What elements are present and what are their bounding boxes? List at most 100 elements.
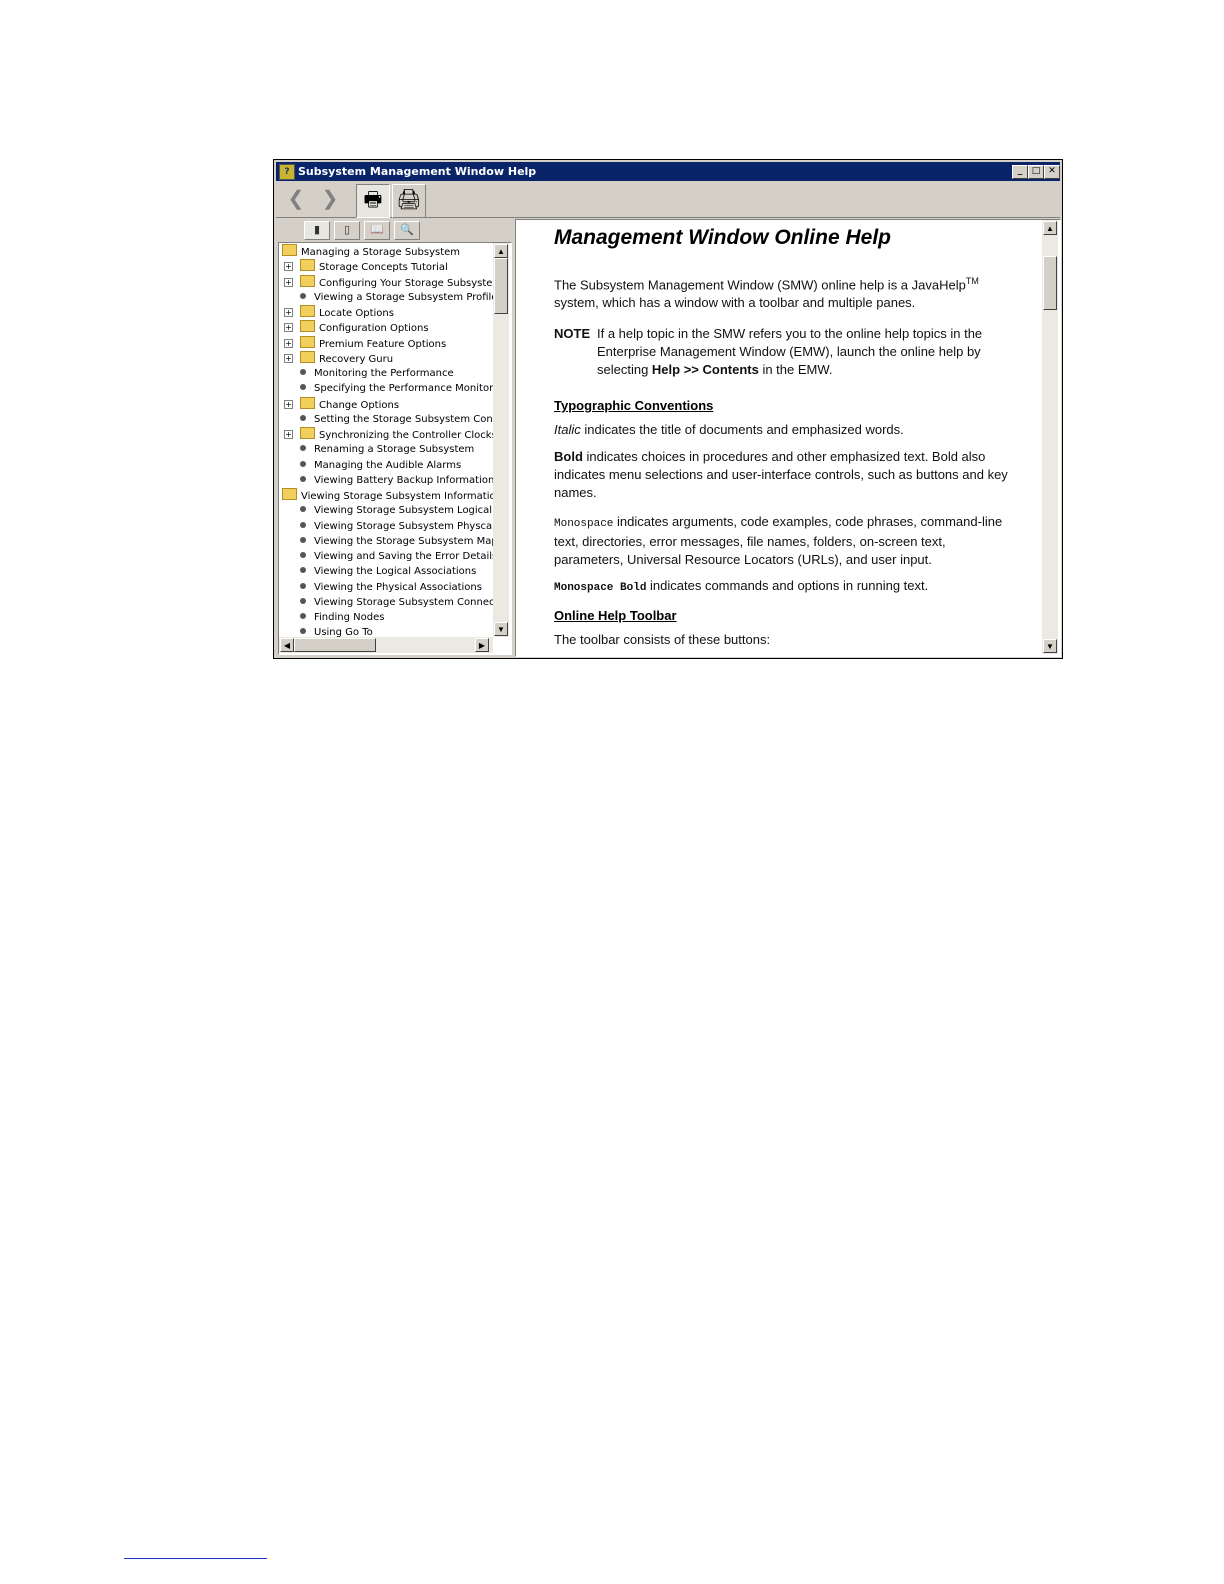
tree-item-label: Monitoring the Performance bbox=[314, 368, 454, 379]
tree-item[interactable]: + Configuration Options bbox=[284, 320, 429, 335]
tree-expander-icon[interactable]: + bbox=[284, 277, 293, 287]
italic-word: Italic bbox=[554, 422, 581, 437]
tree-scroll-down-button[interactable]: ▼ bbox=[494, 622, 508, 636]
topic-bullet-icon bbox=[300, 414, 306, 421]
tree-expander-icon[interactable]: + bbox=[284, 262, 293, 272]
tree-item-label: Managing a Storage Subsystem bbox=[301, 247, 461, 258]
tree-expander-icon[interactable]: + bbox=[284, 399, 293, 409]
window-title: Subsystem Management Window Help bbox=[298, 165, 537, 178]
tree-item[interactable]: Viewing Storage Subsystem Information bbox=[282, 488, 502, 503]
tab-glossary-icon[interactable]: 📖 bbox=[364, 221, 390, 240]
tree-item-label: Locate Options bbox=[319, 308, 394, 319]
tree-item[interactable]: Monitoring the Performance bbox=[284, 366, 454, 381]
note-text-2: in the EMW. bbox=[758, 362, 833, 377]
tree-expander-icon[interactable]: + bbox=[284, 338, 293, 348]
minimize-button[interactable]: _ bbox=[1012, 165, 1028, 179]
tab-index-icon[interactable]: ▯ bbox=[334, 221, 360, 240]
tree-item-label: Viewing the Physical Associations bbox=[314, 581, 482, 593]
contents-tree[interactable]: Managing a Storage Subsystem + Storage Con… bbox=[278, 242, 512, 655]
typographic-conventions-heading: Typographic Conventions bbox=[554, 398, 714, 413]
tree-scroll-right-button[interactable]: ▶ bbox=[475, 638, 489, 652]
help-app-icon: ? bbox=[279, 164, 295, 180]
tree-item[interactable]: Viewing Storage Subsystem Physcal C bbox=[284, 519, 505, 534]
folder-icon bbox=[300, 259, 315, 272]
tree-item[interactable]: + Locate Options bbox=[284, 305, 394, 320]
tree-item[interactable]: Finding Nodes bbox=[284, 610, 384, 625]
tree-item[interactable]: + Synchronizing the Controller Clocks bbox=[284, 427, 497, 442]
tree-item[interactable]: Specifying the Performance Monitor S bbox=[284, 381, 503, 396]
topic-bullet-icon bbox=[300, 613, 306, 619]
tree-item-label: Synchronizing the Controller Clocks bbox=[319, 430, 497, 441]
tree-item[interactable]: + Storage Concepts Tutorial bbox=[284, 259, 448, 274]
tree-horizontal-scrollbar[interactable]: ◀ ▶ bbox=[279, 637, 493, 653]
topic-bullet-icon bbox=[300, 582, 306, 589]
tree-expander-icon[interactable]: + bbox=[284, 430, 293, 439]
content-scroll-up-button[interactable]: ▲ bbox=[1043, 221, 1057, 235]
tree-item[interactable]: Viewing Storage Subsystem Logical Co bbox=[284, 503, 508, 518]
navigation-tabs: ▮ ▯ 📖 🔍 bbox=[278, 219, 512, 241]
tab-search-icon[interactable]: 🔍 bbox=[394, 221, 420, 240]
tree-item[interactable]: + Change Options bbox=[284, 396, 399, 412]
monospace-word: Monospace bbox=[554, 518, 614, 530]
italic-desc: indicates the title of documents and emp… bbox=[580, 422, 904, 437]
monospace-desc: indicates arguments, code examples, code… bbox=[554, 514, 1003, 567]
tree-vertical-scrollbar[interactable]: ▲ ▼ bbox=[493, 243, 509, 637]
tree-item-label: Viewing Storage Subsystem Connectio bbox=[314, 596, 508, 608]
topic-bullet-icon bbox=[300, 521, 306, 528]
tree-item[interactable]: Viewing Storage Subsystem Connectio bbox=[284, 595, 507, 610]
help-content-pane: Management Window Online Help The Subsys… bbox=[515, 219, 1061, 657]
monospace-bold-desc: indicates commands and options in runnin… bbox=[646, 578, 929, 593]
help-toolbar: ❮ ❯ 🖶 🖨 bbox=[276, 183, 1060, 218]
back-button[interactable]: ❮ bbox=[280, 184, 312, 216]
tree-expander-icon[interactable]: + bbox=[284, 323, 293, 333]
italic-convention: Italic indicates the title of documents … bbox=[554, 421, 1014, 439]
note-text: If a help topic in the SMW refers you to… bbox=[597, 325, 989, 379]
tree-item[interactable]: Viewing Battery Backup Information bbox=[284, 473, 494, 488]
bold-word: Bold bbox=[554, 449, 583, 464]
content-scroll-thumb[interactable] bbox=[1043, 256, 1057, 310]
tree-item-label: Renaming a Storage Subsystem bbox=[314, 444, 475, 456]
tree-scroll-thumb[interactable] bbox=[494, 258, 508, 314]
maximize-button[interactable]: □ bbox=[1028, 165, 1044, 179]
tree-item[interactable]: Viewing the Logical Associations bbox=[284, 564, 476, 579]
intro-text-1: The Subsystem Management Window (SMW) on… bbox=[554, 277, 966, 293]
bold-convention: Bold indicates choices in procedures and… bbox=[554, 448, 1014, 502]
tree-item-label: Viewing and Saving the Error Details bbox=[314, 551, 498, 562]
tree-item[interactable]: Viewing a Storage Subsystem Profile bbox=[284, 290, 497, 305]
content-vertical-scrollbar[interactable]: ▲ ▼ bbox=[1042, 220, 1058, 654]
navigation-pane: ▮ ▯ 📖 🔍 Managing a Storage Subsystem + Sto… bbox=[278, 219, 512, 655]
folder-icon bbox=[300, 335, 315, 348]
content-scroll-down-button[interactable]: ▼ bbox=[1043, 639, 1057, 653]
topic-bullet-icon bbox=[300, 460, 306, 467]
tree-item[interactable]: Managing a Storage Subsystem bbox=[282, 244, 460, 259]
note-label: NOTE bbox=[554, 326, 591, 341]
tree-scroll-left-button[interactable]: ◀ bbox=[280, 638, 294, 652]
page-setup-button[interactable]: 🖨 bbox=[392, 184, 426, 218]
title-bar[interactable]: ? Subsystem Management Window Help _ □ ✕ bbox=[276, 162, 1060, 181]
forward-button[interactable]: ❯ bbox=[314, 184, 346, 216]
close-button[interactable]: ✕ bbox=[1044, 165, 1060, 179]
tab-contents-icon[interactable]: ▮ bbox=[304, 221, 330, 240]
topic-bullet-icon bbox=[300, 628, 306, 635]
tree-item[interactable]: Setting the Storage Subsystem Contr bbox=[284, 412, 501, 427]
tree-item-label: Viewing Battery Backup Information bbox=[314, 474, 495, 486]
tree-item-label: Premium Feature Options bbox=[319, 338, 447, 350]
tree-item[interactable]: Managing the Audible Alarms bbox=[284, 458, 461, 473]
tree-scroll-up-button[interactable]: ▲ bbox=[494, 244, 508, 258]
tree-item-label: Configuring Your Storage Subsystem bbox=[319, 277, 503, 289]
tree-item[interactable]: + Recovery Guru bbox=[284, 350, 393, 366]
tree-hscroll-thumb[interactable] bbox=[294, 638, 376, 652]
tree-item[interactable]: + Configuring Your Storage Subsystem bbox=[284, 274, 503, 290]
tree-item[interactable]: Viewing the Physical Associations bbox=[284, 580, 482, 595]
tree-item[interactable]: Renaming a Storage Subsystem bbox=[284, 442, 474, 457]
note-bold: Help >> Contents bbox=[651, 362, 759, 377]
tree-expander-icon[interactable]: + bbox=[284, 308, 293, 317]
tree-item[interactable]: + Premium Feature Options bbox=[284, 335, 447, 351]
tree-item-label: Viewing a Storage Subsystem Profile bbox=[314, 291, 498, 303]
tree-item-label: Specifying the Performance Monitor S bbox=[314, 383, 503, 395]
topic-bullet-icon bbox=[300, 552, 306, 558]
print-button[interactable]: 🖶 bbox=[356, 184, 390, 218]
tree-expander-icon[interactable]: + bbox=[284, 353, 293, 363]
tree-item[interactable]: Viewing the Storage Subsystem Mapp bbox=[284, 534, 504, 549]
tree-item[interactable]: Viewing and Saving the Error Details bbox=[284, 549, 497, 564]
